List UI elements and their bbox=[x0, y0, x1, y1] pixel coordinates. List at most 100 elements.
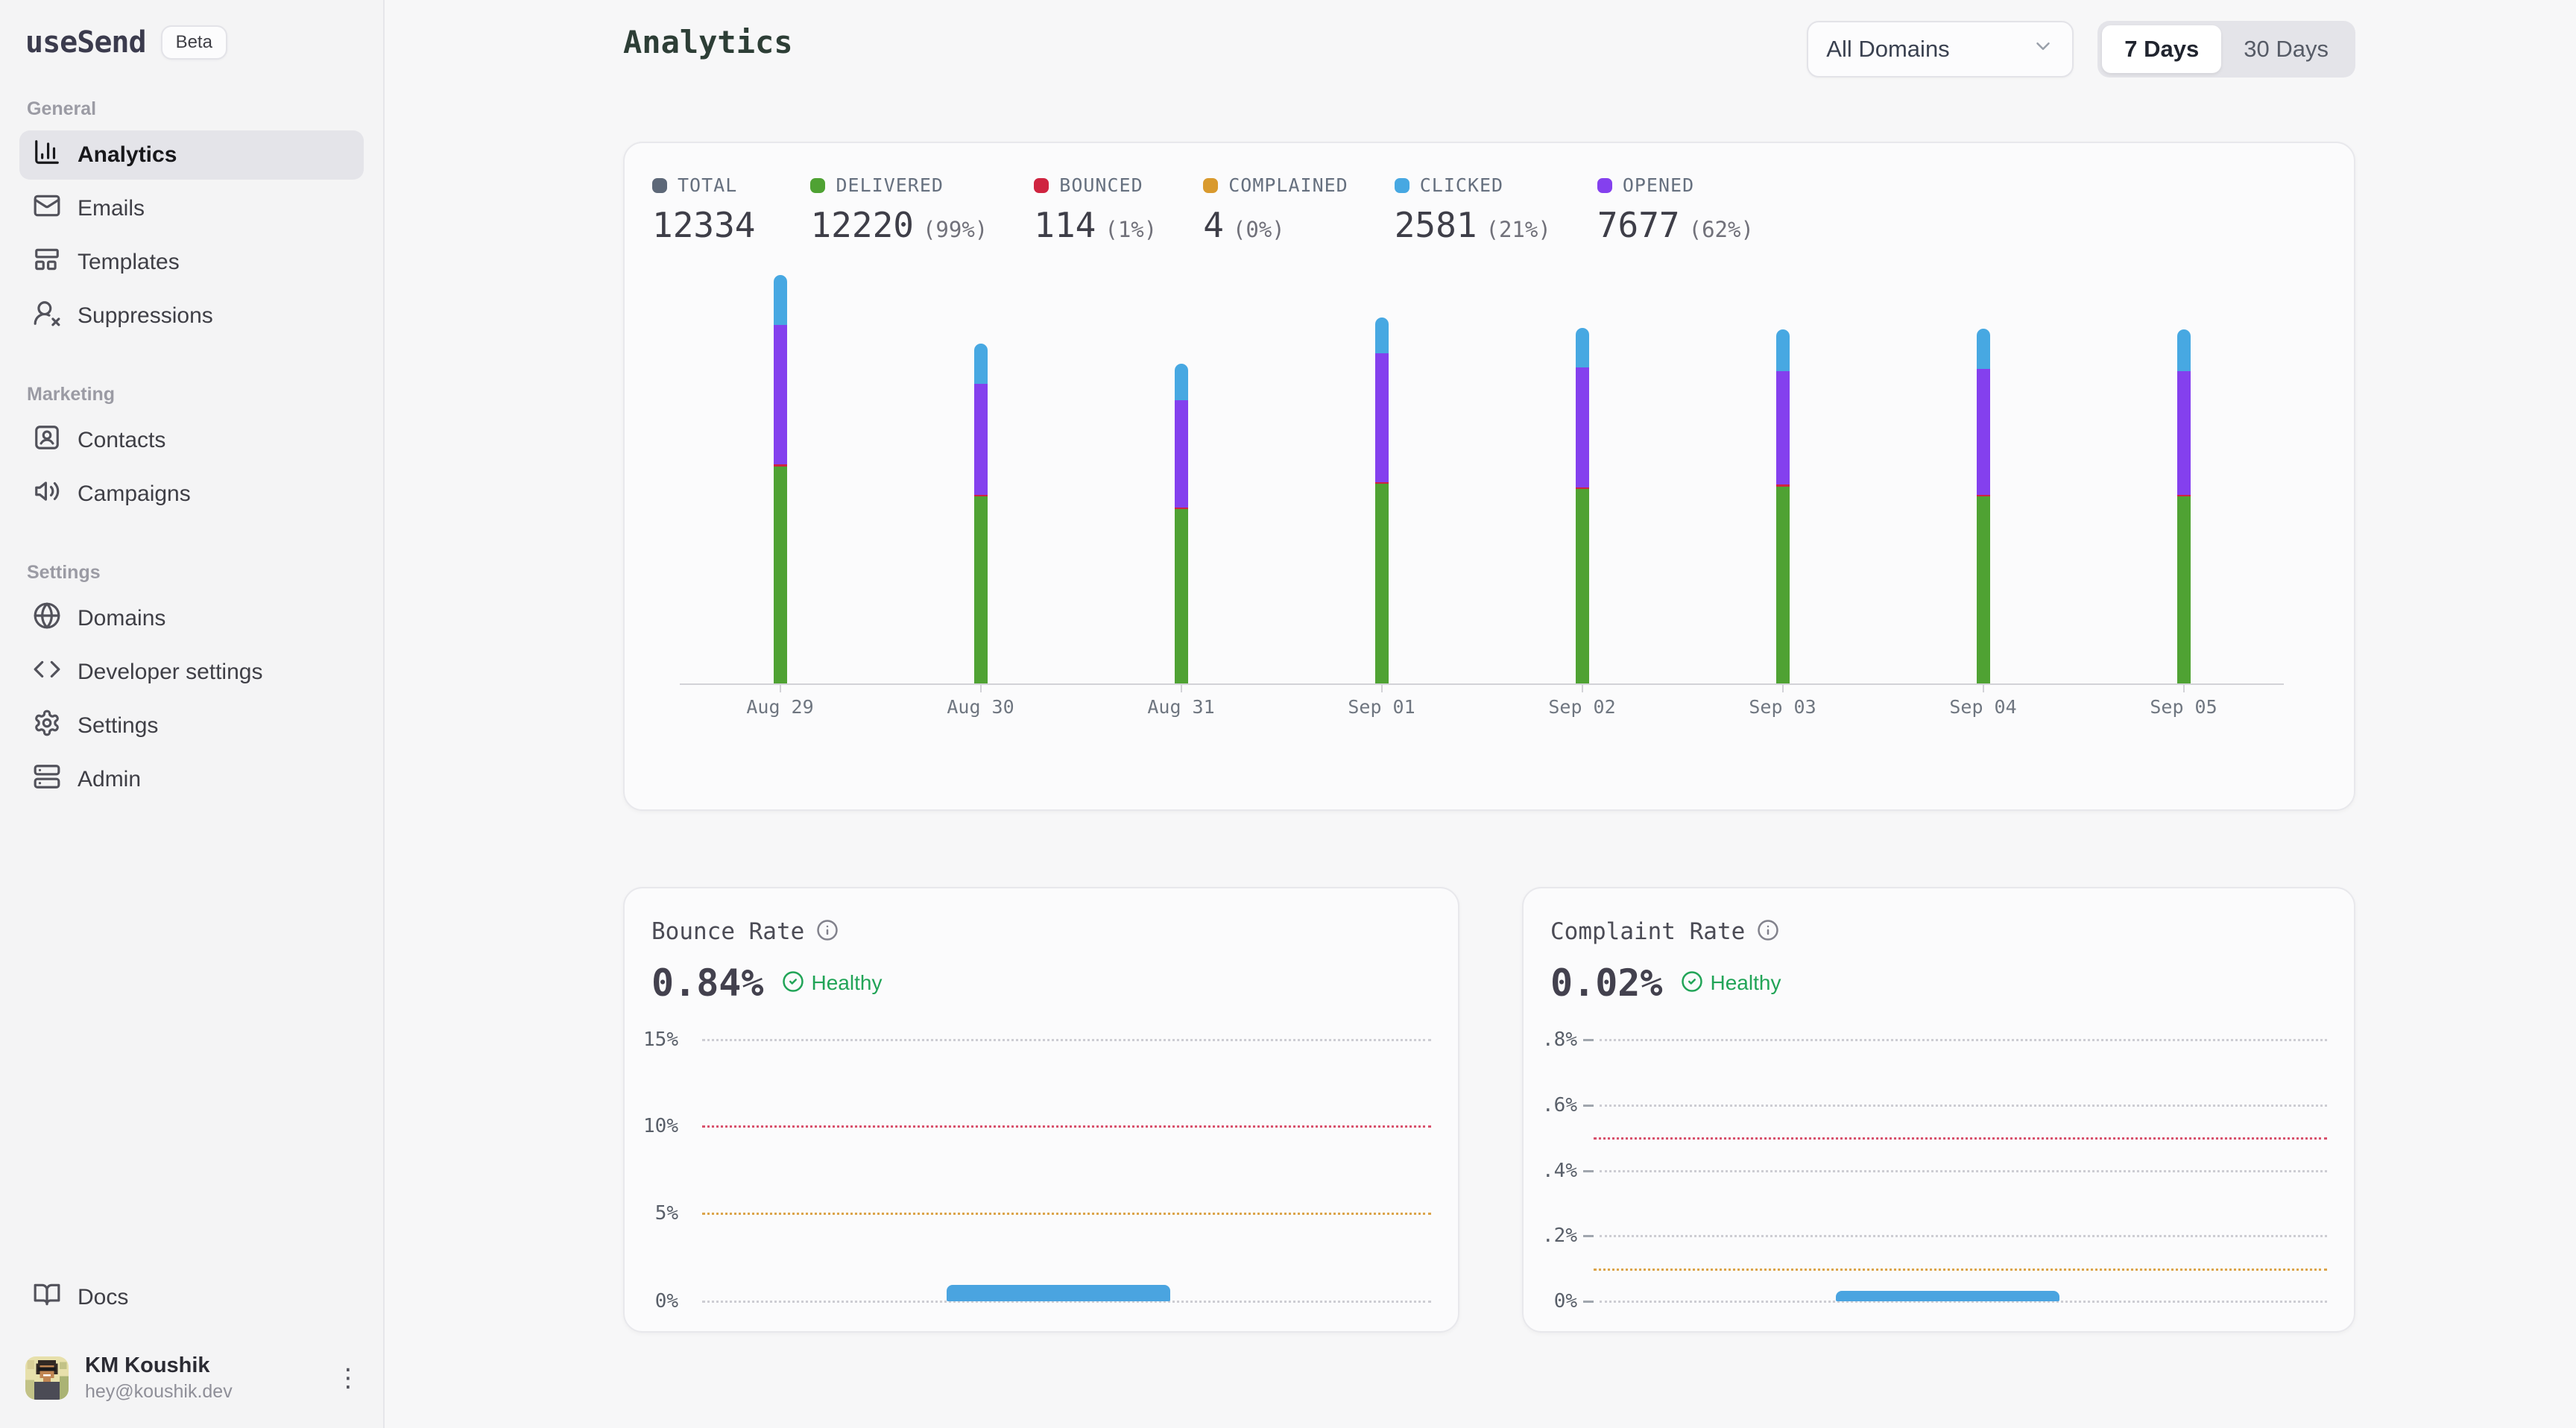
volume-bar[interactable] bbox=[774, 275, 787, 683]
user-menu[interactable]: KM Koushik hey@koushik.dev ⋮ bbox=[19, 1346, 364, 1410]
volume-x-labels: Aug 29Aug 30Aug 31Sep 01Sep 02Sep 03Sep … bbox=[680, 696, 2284, 721]
sidebar-item-emails[interactable]: Emails bbox=[19, 184, 364, 233]
volume-bar[interactable] bbox=[974, 344, 988, 683]
stat-bounced: BOUNCED 114(1%) bbox=[1034, 174, 1157, 245]
volume-bar-segment-clicked bbox=[1776, 329, 1790, 371]
sidebar-item-label: Suppressions bbox=[78, 303, 213, 329]
page-title: Analytics bbox=[623, 24, 793, 60]
sidebar-item-label: Campaigns bbox=[78, 481, 191, 507]
section-label-settings: Settings bbox=[27, 562, 364, 584]
x-axis-tick bbox=[1983, 685, 1984, 692]
stat-label: BOUNCED bbox=[1059, 174, 1143, 196]
gridline-row: .8% bbox=[1541, 1029, 2327, 1051]
y-axis-label: 10% bbox=[643, 1115, 678, 1137]
volume-bar-segment-delivered bbox=[2177, 496, 2191, 683]
sidebar-item-label: Developer settings bbox=[78, 660, 262, 685]
sidebar-item-templates[interactable]: Templates bbox=[19, 238, 364, 287]
volume-bar-segment-opened bbox=[1375, 353, 1389, 482]
x-axis-tick bbox=[1181, 685, 1182, 692]
x-axis-label: Aug 29 bbox=[746, 696, 813, 718]
stat-label: TOTAL bbox=[678, 174, 737, 196]
volume-bar-segment-clicked bbox=[1175, 364, 1188, 400]
sidebar-item-analytics[interactable]: Analytics bbox=[19, 130, 364, 180]
bounce-chart: 15% 10% 5% 0% bbox=[625, 888, 1458, 1331]
contact-card-icon bbox=[33, 423, 61, 458]
sidebar-item-label: Settings bbox=[78, 713, 158, 739]
sidebar-item-settings[interactable]: Settings bbox=[19, 701, 364, 751]
stat-complained: COMPLAINED 4(0%) bbox=[1203, 174, 1348, 245]
stat-opened: OPENED 7677(62%) bbox=[1597, 174, 1754, 245]
y-axis-tick bbox=[1583, 1105, 1594, 1107]
x-axis-label: Sep 05 bbox=[2150, 696, 2217, 718]
volume-bar[interactable] bbox=[1175, 364, 1188, 683]
code-icon bbox=[33, 655, 61, 689]
volume-bar[interactable] bbox=[1977, 329, 1990, 683]
more-options-icon[interactable]: ⋮ bbox=[335, 1371, 358, 1386]
sidebar-item-label: Emails bbox=[78, 196, 145, 221]
stat-value: 114 bbox=[1034, 205, 1096, 245]
gridline bbox=[1600, 1170, 2327, 1172]
y-axis-label: 0% bbox=[1541, 1290, 1577, 1312]
y-axis-tick bbox=[1583, 1170, 1594, 1172]
stat-value: 4 bbox=[1203, 205, 1224, 245]
sidebar-item-domains[interactable]: Domains bbox=[19, 594, 364, 643]
sidebar-item-campaigns[interactable]: Campaigns bbox=[19, 470, 364, 519]
range-7-days-button[interactable]: 7 Days bbox=[2102, 25, 2221, 73]
delivered-dot bbox=[810, 178, 825, 193]
gridline bbox=[702, 1039, 1431, 1041]
x-axis-label: Sep 04 bbox=[1949, 696, 2016, 718]
stat-value: 12334 bbox=[652, 205, 755, 245]
bar-chart-icon bbox=[33, 138, 61, 172]
gridline-row: 10% bbox=[643, 1115, 1431, 1137]
bounce-rate-bar[interactable] bbox=[947, 1285, 1170, 1301]
volume-bar[interactable] bbox=[1375, 317, 1389, 683]
stat-value: 2581 bbox=[1395, 205, 1477, 245]
range-30-days-button[interactable]: 30 Days bbox=[2221, 25, 2351, 73]
volume-bar-segment-clicked bbox=[774, 275, 787, 326]
gear-icon bbox=[33, 709, 61, 743]
opened-dot bbox=[1597, 178, 1612, 193]
sidebar-item-suppressions[interactable]: Suppressions bbox=[19, 291, 364, 341]
gridline bbox=[1600, 1105, 2327, 1107]
sidebar-item-admin[interactable]: Admin bbox=[19, 755, 364, 804]
sidebar-item-docs[interactable]: Docs bbox=[19, 1273, 364, 1322]
volume-bar[interactable] bbox=[1576, 328, 1589, 683]
volume-bar-segment-clicked bbox=[2177, 329, 2191, 371]
x-axis-tick bbox=[980, 685, 982, 692]
stat-label: CLICKED bbox=[1420, 174, 1503, 196]
volume-bar-segment-delivered bbox=[1175, 509, 1188, 683]
volume-bar-segment-delivered bbox=[1776, 487, 1790, 683]
complaint-chart: .8% .6% .4% .2% 0% bbox=[1524, 888, 2354, 1331]
volume-plot bbox=[680, 275, 2284, 683]
stat-percent: (99%) bbox=[923, 217, 988, 242]
volume-bar-segment-opened bbox=[774, 325, 787, 464]
total-dot bbox=[652, 178, 667, 193]
bounced-dot bbox=[1034, 178, 1049, 193]
gridline-row: .4% bbox=[1541, 1160, 2327, 1182]
stat-label: OPENED bbox=[1623, 174, 1694, 196]
date-range-toggle: 7 Days 30 Days bbox=[2097, 21, 2355, 78]
stat-total: TOTAL 12334 bbox=[652, 174, 764, 245]
volume-bar-segment-opened bbox=[1977, 369, 1990, 495]
sidebar-item-label: Contacts bbox=[78, 428, 165, 453]
logo-row: useSend Beta bbox=[19, 21, 364, 60]
gridline-row: 15% bbox=[643, 1029, 1431, 1051]
volume-bar[interactable] bbox=[1776, 329, 1790, 683]
volume-bar-segment-clicked bbox=[1375, 317, 1389, 353]
y-axis-label: .2% bbox=[1541, 1225, 1577, 1247]
volume-bar-segment-opened bbox=[974, 384, 988, 495]
y-axis-tick bbox=[1583, 1235, 1594, 1237]
volume-bar[interactable] bbox=[2177, 329, 2191, 683]
domain-filter-select[interactable]: All Domains bbox=[1807, 21, 2074, 78]
x-axis-label: Aug 30 bbox=[947, 696, 1014, 718]
y-axis-label: .4% bbox=[1541, 1160, 1577, 1182]
gridline-row: .2% bbox=[1541, 1225, 2327, 1247]
y-axis-label: 0% bbox=[643, 1290, 678, 1312]
x-axis-tick bbox=[2183, 685, 2185, 692]
complaint-rate-bar[interactable] bbox=[1836, 1291, 2059, 1301]
x-axis-tick bbox=[1782, 685, 1784, 692]
email-volume-card: TOTAL 12334 DELIVERED 12220(99%) BOUNCED… bbox=[623, 142, 2355, 811]
volume-axis-ticks bbox=[680, 685, 2284, 692]
sidebar-item-developer-settings[interactable]: Developer settings bbox=[19, 648, 364, 697]
sidebar-item-contacts[interactable]: Contacts bbox=[19, 416, 364, 465]
